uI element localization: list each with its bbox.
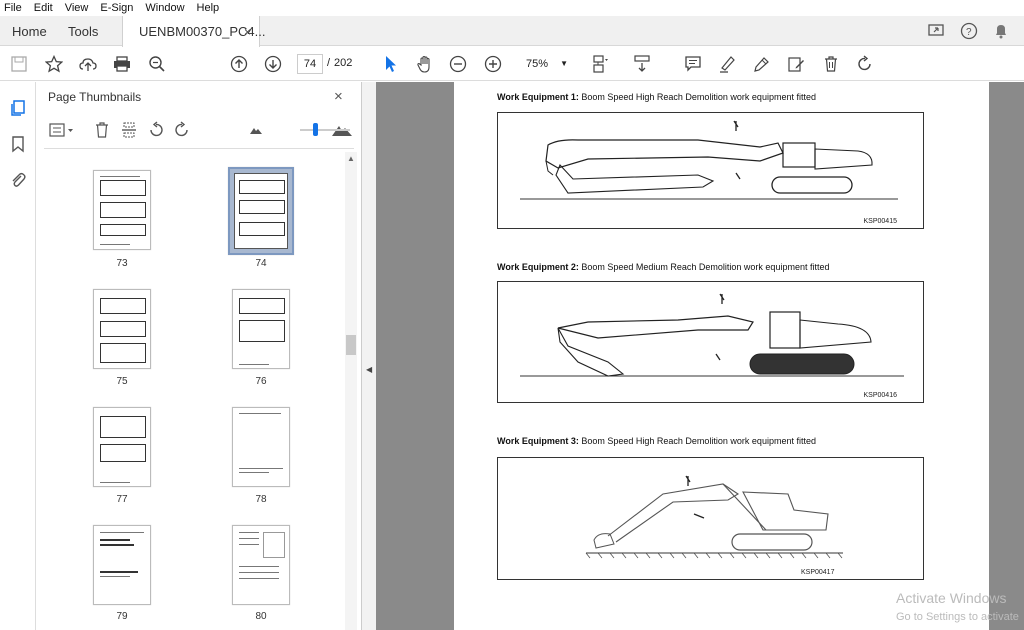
- figure-code: KSP00416: [863, 392, 897, 399]
- page-thumbnail[interactable]: [232, 525, 290, 605]
- menu-esign[interactable]: E-Sign: [100, 2, 133, 14]
- highlight-pen-icon[interactable]: [716, 53, 738, 75]
- figure-frame: KSP00415: [497, 112, 924, 229]
- activate-windows-watermark: Activate Windows: [896, 590, 1007, 606]
- page-thumbnail[interactable]: [93, 525, 151, 605]
- figure-frame: KSP00417: [497, 457, 924, 580]
- thumbnail-page-label: 80: [255, 611, 267, 622]
- rotate-clockwise-icon[interactable]: [172, 120, 192, 140]
- zoom-in-icon[interactable]: [482, 53, 504, 75]
- thumbnail-page-label: 74: [255, 258, 267, 269]
- tab-tools[interactable]: Tools: [68, 16, 98, 46]
- next-page-icon[interactable]: [262, 53, 284, 75]
- collapse-left-icon: ◀: [366, 365, 373, 374]
- scroll-up-icon[interactable]: ▲: [347, 154, 355, 163]
- scroll-mode-icon[interactable]: [631, 53, 653, 75]
- panel-close-icon[interactable]: ×: [334, 88, 343, 105]
- document-page: Work Equipment 1: Boom Speed High Reach …: [454, 82, 989, 630]
- chevron-down-icon: ▼: [560, 59, 568, 68]
- figure-code: KSP00417: [801, 569, 835, 576]
- svg-text:?: ?: [966, 27, 972, 38]
- tab-bar: Home Tools UENBM00370_PC4... × ?: [0, 16, 1024, 47]
- thumbnail-page-label: 73: [116, 258, 128, 269]
- figure-frame: KSP00416: [497, 281, 924, 403]
- menu-bar: File Edit View E-Sign Window Help: [0, 0, 1024, 16]
- sign-pen-icon[interactable]: [751, 53, 773, 75]
- panel-collapse-handle[interactable]: ◀: [362, 82, 376, 630]
- print-icon[interactable]: [111, 53, 133, 75]
- bookmarks-icon[interactable]: [8, 134, 28, 154]
- tab-document[interactable]: UENBM00370_PC4... ×: [122, 16, 265, 47]
- menu-view[interactable]: View: [65, 2, 89, 14]
- thumbnail-small-mountain-icon: [246, 120, 266, 140]
- excavator-illustration: [585, 475, 843, 559]
- notification-bell-icon[interactable]: [990, 21, 1012, 41]
- activate-windows-subtext: Go to Settings to activate: [896, 611, 1019, 623]
- thumbnail-page-label: 75: [116, 376, 128, 387]
- figure-code: KSP00415: [863, 218, 897, 225]
- panel-title: Page Thumbnails: [48, 90, 142, 104]
- extract-page-icon[interactable]: [119, 120, 139, 140]
- excavator-illustration: [520, 293, 904, 377]
- navigation-rail: [0, 82, 36, 630]
- zoom-level-select[interactable]: 75% ▼: [516, 54, 572, 74]
- page-thumbnail[interactable]: [232, 289, 290, 369]
- menu-file[interactable]: File: [4, 2, 22, 14]
- hand-tool-icon[interactable]: [414, 53, 436, 75]
- zoom-level-value: 75%: [526, 58, 549, 70]
- save-icon[interactable]: [8, 53, 30, 75]
- upload-cloud-icon[interactable]: [77, 53, 99, 75]
- thumbnail-page-label: 79: [116, 611, 128, 622]
- previous-page-icon[interactable]: [228, 53, 250, 75]
- main-toolbar: 74 / 202 75% ▼: [0, 47, 1024, 81]
- menu-help[interactable]: Help: [197, 2, 220, 14]
- find-zoom-icon[interactable]: [146, 53, 168, 75]
- delete-trash-icon[interactable]: [820, 53, 842, 75]
- thumbnail-size-slider-handle[interactable]: [313, 123, 318, 136]
- page-separator: /: [327, 57, 331, 69]
- page-number-input[interactable]: 74: [297, 54, 323, 74]
- menu-edit[interactable]: Edit: [34, 2, 53, 14]
- comment-icon[interactable]: [682, 53, 704, 75]
- tab-close-icon[interactable]: ×: [244, 25, 251, 39]
- thumbnail-page-label: 77: [116, 494, 128, 505]
- section-heading: Work Equipment 1: Boom Speed High Reach …: [497, 92, 816, 102]
- thumbnail-scrollbar-thumb[interactable]: [346, 335, 356, 355]
- thumbnail-page-label: 78: [255, 494, 267, 505]
- excavator-illustration: [520, 120, 898, 200]
- page-thumbnail[interactable]: [232, 407, 290, 487]
- page-thumbnail-selected[interactable]: [228, 167, 294, 255]
- select-cursor-icon[interactable]: [380, 53, 402, 75]
- document-viewport[interactable]: Work Equipment 1: Boom Speed High Reach …: [376, 82, 1024, 630]
- thumbnail-page-label: 76: [255, 376, 267, 387]
- page-thumbnail[interactable]: [93, 407, 151, 487]
- panel-divider: [44, 148, 354, 149]
- bookmark-star-icon[interactable]: [43, 53, 65, 75]
- page-thumbnails-icon[interactable]: [8, 98, 28, 118]
- thumbnail-scrollbar[interactable]: [345, 152, 357, 630]
- attachments-paperclip-icon[interactable]: [8, 170, 28, 190]
- rotate-counterclockwise-icon[interactable]: [146, 120, 166, 140]
- thumbnails-panel: Page Thumbnails × 73 74 75 76 77 78 79 8…: [36, 82, 362, 630]
- zoom-out-icon[interactable]: [447, 53, 469, 75]
- fill-sign-icon[interactable]: [785, 53, 807, 75]
- tab-home[interactable]: Home: [12, 16, 47, 46]
- page-display-icon[interactable]: [589, 53, 611, 75]
- section-heading: Work Equipment 3: Boom Speed High Reach …: [497, 436, 816, 446]
- thumbnail-size-slider-track[interactable]: [300, 129, 350, 131]
- share-screen-icon[interactable]: [926, 21, 948, 41]
- help-icon[interactable]: ?: [958, 21, 980, 41]
- delete-page-icon[interactable]: [92, 120, 112, 140]
- page-thumbnail[interactable]: [93, 170, 151, 250]
- rotate-icon[interactable]: [854, 53, 876, 75]
- page-thumbnail[interactable]: [93, 289, 151, 369]
- thumbnail-options-icon[interactable]: [48, 120, 76, 140]
- menu-window[interactable]: Window: [145, 2, 184, 14]
- section-heading: Work Equipment 2: Boom Speed Medium Reac…: [497, 262, 830, 272]
- total-pages: 202: [334, 57, 353, 69]
